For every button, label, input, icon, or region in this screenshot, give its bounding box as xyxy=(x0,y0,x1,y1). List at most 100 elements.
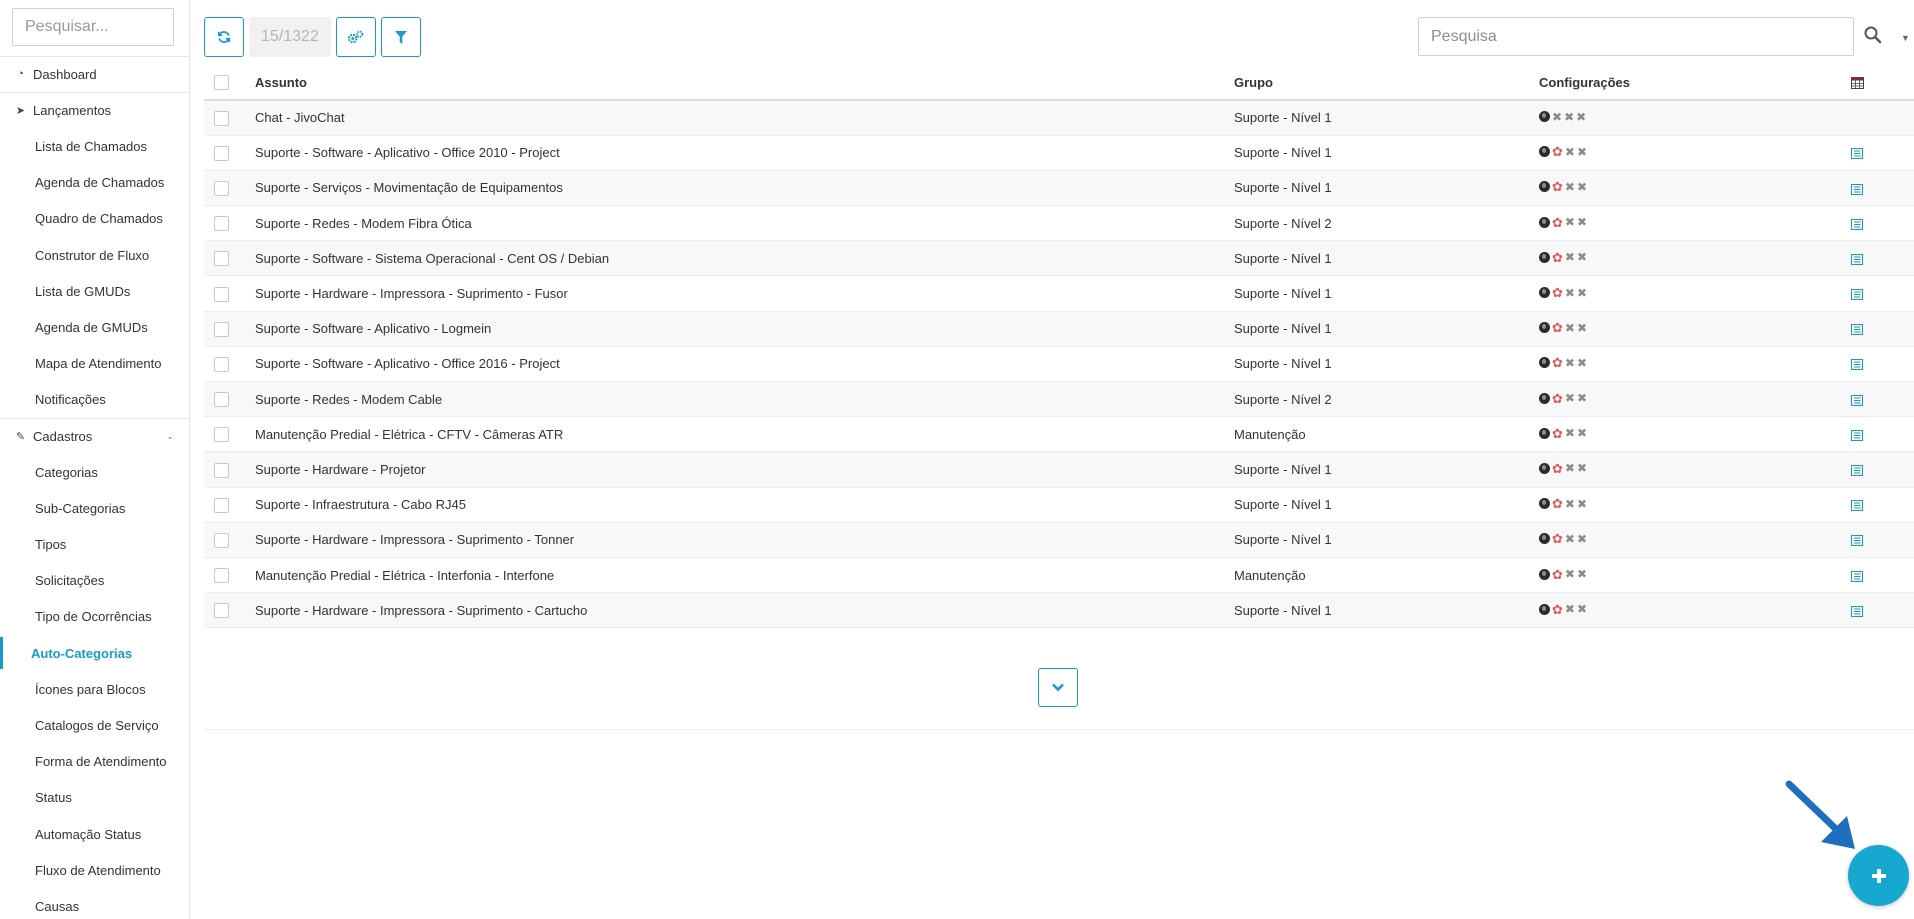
list-detail-icon[interactable] xyxy=(1851,218,1863,230)
row-checkbox[interactable] xyxy=(214,216,229,232)
list-detail-icon[interactable] xyxy=(1851,500,1863,512)
table-icon[interactable] xyxy=(1851,77,1864,90)
close-icon: ✖ xyxy=(1564,461,1575,476)
row-checkbox[interactable] xyxy=(214,568,229,584)
table-row[interactable]: Suporte - Hardware - Impressora - Suprim… xyxy=(204,522,1914,558)
row-checkbox[interactable] xyxy=(214,110,229,126)
sidebar-item-label: Sub-Categorias xyxy=(35,500,126,516)
table-row[interactable]: Suporte - Software - Aplicativo - Logmei… xyxy=(204,311,1914,347)
column-header-grupo[interactable]: Grupo xyxy=(1234,65,1539,101)
row-checkbox[interactable] xyxy=(214,603,229,619)
close-icon: ✖ xyxy=(1576,602,1588,617)
row-checkbox[interactable] xyxy=(214,286,229,302)
table-row[interactable]: Suporte - Redes - Modem Fibra Ótica Supor… xyxy=(204,205,1914,242)
table-row[interactable]: Suporte - Infraestrutura - Cabo RJ45 Supo… xyxy=(204,487,1914,523)
row-checkbox[interactable] xyxy=(214,462,229,478)
sidebar-item-icones-para-blocos[interactable]: Ícones para Blocos xyxy=(0,671,189,707)
row-checkbox[interactable] xyxy=(214,427,229,443)
edit-icon: ✎ xyxy=(15,430,26,443)
row-checkbox[interactable] xyxy=(214,497,229,513)
list-detail-icon[interactable] xyxy=(1851,570,1863,582)
list-detail-icon[interactable] xyxy=(1851,605,1863,617)
list-detail-icon[interactable] xyxy=(1851,148,1863,160)
sidebar-item-automacao-status[interactable]: Automação Status xyxy=(0,816,189,852)
cell-actions xyxy=(1830,100,1914,136)
list-detail-icon[interactable] xyxy=(1851,394,1863,406)
cell-grupo: Suporte - Nível 1 xyxy=(1234,135,1539,171)
list-detail-icon[interactable] xyxy=(1851,253,1863,265)
sidebar-item-tipos[interactable]: Tipos xyxy=(0,526,189,562)
list-detail-icon[interactable] xyxy=(1851,183,1863,195)
row-checkbox[interactable] xyxy=(214,321,229,337)
settings-button[interactable] xyxy=(335,17,376,57)
sidebar-item-agenda-de-chamados[interactable]: Agenda de Chamados xyxy=(0,165,189,201)
table-row[interactable]: Suporte - Software - Aplicativo - Office… xyxy=(204,346,1914,383)
sidebar-item-forma-de-atendimento[interactable]: Forma de Atendimento xyxy=(0,744,189,780)
table-row[interactable]: Chat - JivoChat Suporte - Nível 1 ✖ ✖ ✖ xyxy=(204,100,1914,136)
row-checkbox[interactable] xyxy=(214,181,229,196)
table-row[interactable]: Suporte - Software - Sistema Operacional… xyxy=(204,240,1914,277)
sidebar-item-quadro-de-chamados[interactable]: Quadro de Chamados xyxy=(0,201,189,237)
column-header-configuracoes[interactable]: Configurações xyxy=(1539,65,1830,101)
row-checkbox[interactable] xyxy=(214,392,229,408)
row-checkbox[interactable] xyxy=(214,145,229,161)
refresh-button[interactable] xyxy=(204,17,244,57)
sidebar-item-cadastros[interactable]: ✎ Cadastros ⌄ xyxy=(0,417,189,454)
select-all-checkbox[interactable] xyxy=(214,75,229,91)
table-row[interactable]: Manutenção Predial - Elétrica - CFTV - C… xyxy=(204,416,1914,453)
list-detail-icon[interactable] xyxy=(1851,289,1863,301)
list-detail-icon[interactable] xyxy=(1851,429,1863,441)
close-icon: ✖ xyxy=(1564,215,1575,230)
search-input[interactable] xyxy=(1418,17,1854,56)
sidebar-item-status[interactable]: Status xyxy=(0,780,189,816)
caret-down-icon[interactable]: ▼ xyxy=(1901,33,1910,43)
sidebar-search-input[interactable] xyxy=(12,8,174,46)
cell-configuracoes: ✿ ✖ ✖ xyxy=(1539,311,1830,347)
table-row[interactable]: Suporte - Software - Aplicativo - Office… xyxy=(204,135,1914,171)
sidebar-item-solicitacoes[interactable]: Solicitações xyxy=(0,563,189,599)
globe-icon xyxy=(1539,392,1550,404)
list-detail-icon[interactable] xyxy=(1851,535,1863,547)
sidebar-item-dashboard[interactable]: ◔ Dashboard xyxy=(0,56,189,92)
sidebar-item-sub-categorias[interactable]: Sub-Categorias xyxy=(0,490,189,526)
list-detail-icon[interactable] xyxy=(1851,324,1863,336)
load-more-button[interactable] xyxy=(1038,668,1078,707)
sidebar-item-categorias[interactable]: Categorias xyxy=(0,454,189,490)
close-icon: ✖ xyxy=(1564,109,1575,124)
close-icon: ✖ xyxy=(1576,144,1588,159)
table-row[interactable]: Suporte - Redes - Modem Cable Suporte - N… xyxy=(204,381,1914,418)
sidebar-item-lancamentos[interactable]: ➤ Lançamentos xyxy=(0,92,189,128)
sidebar-item-mapa-de-atendimento[interactable]: Mapa de Atendimento xyxy=(0,346,189,382)
table-row[interactable]: Suporte - Hardware - Impressora - Suprim… xyxy=(204,592,1914,629)
table-row[interactable]: Manutenção Predial - Elétrica - Interfon… xyxy=(204,557,1914,594)
column-header-assunto[interactable]: Assunto xyxy=(255,65,1234,101)
list-detail-icon[interactable] xyxy=(1851,359,1863,371)
row-select-cell xyxy=(204,451,255,488)
sidebar-item-lista-de-gmuds[interactable]: Lista de GMUDs xyxy=(0,273,189,309)
sidebar-item-catalogos-de-servico[interactable]: Catalogos de Serviço xyxy=(0,707,189,743)
row-checkbox[interactable] xyxy=(214,532,229,548)
sidebar-item-auto-categorias[interactable]: Auto-Categorias xyxy=(0,635,189,671)
list-detail-icon[interactable] xyxy=(1851,465,1863,477)
cell-configuracoes: ✿ ✖ ✖ xyxy=(1539,381,1830,418)
search-icon[interactable] xyxy=(1863,25,1883,45)
users-icon: ✿ xyxy=(1552,425,1563,441)
table-row[interactable]: Suporte - Serviços - Movimentação de Equ… xyxy=(204,170,1914,207)
sidebar-item-fluxo-de-atendimento[interactable]: Fluxo de Atendimento xyxy=(0,852,189,888)
filter-button[interactable] xyxy=(380,17,421,57)
table-row[interactable]: Suporte - Hardware - Projetor Suporte - N… xyxy=(204,451,1914,488)
cell-configuracoes: ✿ ✖ ✖ xyxy=(1539,275,1830,312)
close-icon: ✖ xyxy=(1576,179,1588,194)
sidebar-item-agenda-de-gmuds[interactable]: Agenda de GMUDs xyxy=(0,309,189,345)
sidebar-item-lista-de-chamados[interactable]: Lista de Chamados xyxy=(0,128,189,164)
table-row[interactable]: Suporte - Hardware - Impressora - Suprim… xyxy=(204,275,1914,312)
row-checkbox[interactable] xyxy=(214,356,229,372)
row-checkbox[interactable] xyxy=(214,251,229,267)
cell-grupo: Suporte - Nível 1 xyxy=(1234,170,1539,207)
sidebar-item-tipo-de-ocorrencias[interactable]: Tipo de Ocorrências xyxy=(0,599,189,635)
sidebar-item-causas[interactable]: Causas xyxy=(0,888,189,919)
sidebar-item-construtor-de-fluxo[interactable]: Construtor de Fluxo xyxy=(0,237,189,273)
sidebar-item-notificacoes[interactable]: Notificações xyxy=(0,382,189,418)
cell-assunto: Suporte - Redes - Modem Cable xyxy=(255,381,1234,418)
add-button[interactable] xyxy=(1848,845,1909,906)
